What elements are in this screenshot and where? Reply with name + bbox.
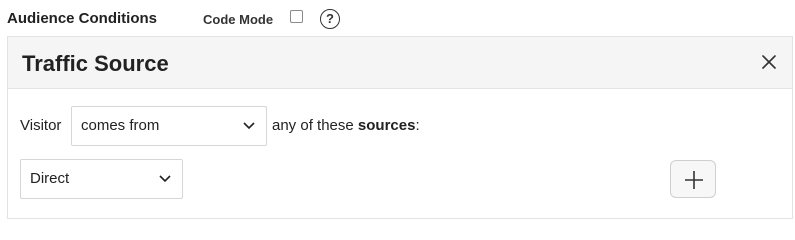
close-icon[interactable] [758, 51, 780, 73]
help-question-icon[interactable]: ? [320, 9, 340, 29]
panel-header: Traffic Source [8, 37, 792, 89]
source-dropdown[interactable]: Direct [20, 159, 183, 199]
plus-icon [685, 171, 703, 189]
visitor-label: Visitor [20, 117, 62, 134]
chevron-down-icon [243, 122, 255, 130]
operator-selected-value: comes from [81, 117, 160, 134]
condition-emphasis-text: sources [357, 117, 416, 134]
panel-title: Traffic Source [22, 51, 169, 76]
chevron-down-icon [159, 175, 171, 183]
page-title: Audience Conditions [7, 10, 157, 27]
condition-mid-text: any of these [272, 117, 358, 134]
source-selected-value: Direct [30, 170, 70, 187]
add-source-button[interactable] [670, 160, 716, 198]
condition-text: any of these sources: [272, 117, 420, 134]
operator-dropdown[interactable]: comes from [71, 106, 267, 146]
code-mode-checkbox[interactable] [290, 10, 303, 23]
condition-end-text: : [415, 117, 420, 134]
audience-conditions-bar: Audience Conditions Code Mode ? [0, 0, 795, 36]
code-mode-label: Code Mode [203, 12, 274, 27]
